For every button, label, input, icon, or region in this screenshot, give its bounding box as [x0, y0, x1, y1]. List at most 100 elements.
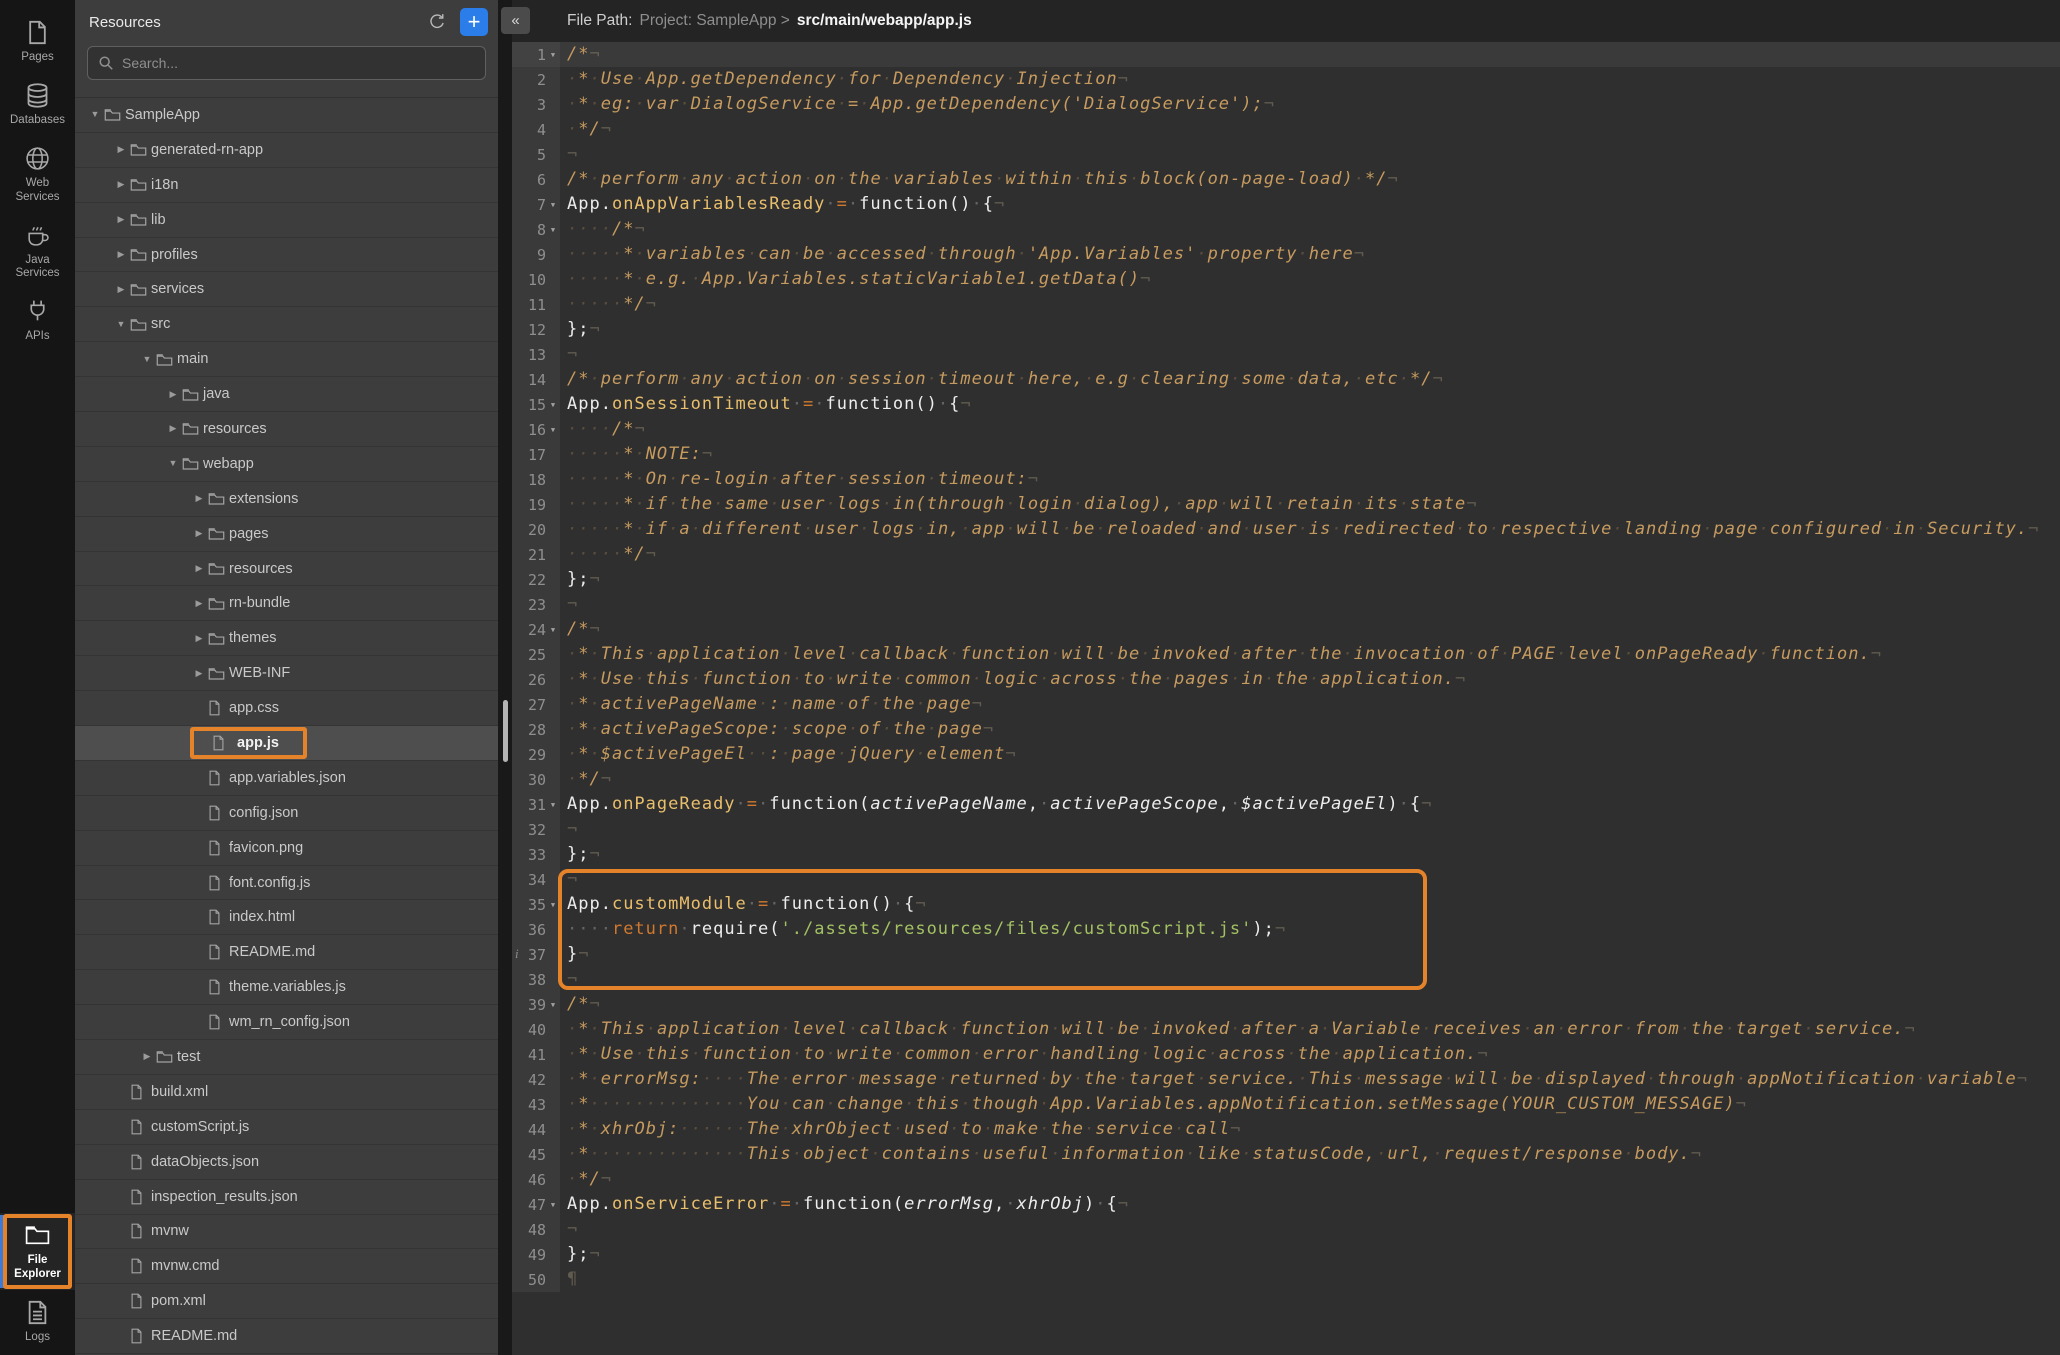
code-line-42[interactable]: 42·*·errorMsg:····The·error·message·retu… — [512, 1067, 2060, 1092]
code-line-32[interactable]: 32¬ — [512, 817, 2060, 842]
expand-arrow-icon[interactable]: ▶ — [190, 599, 208, 608]
rail-item-logs[interactable]: Logs — [0, 1290, 75, 1353]
code-line-30[interactable]: 30·*/¬ — [512, 767, 2060, 792]
tree-item-main[interactable]: ▼main — [75, 342, 498, 377]
code-line-20[interactable]: 20·····*·if·a·different·user·logs·in,·ap… — [512, 517, 2060, 542]
fold-arrow-icon[interactable]: ▼ — [546, 401, 560, 409]
expand-arrow-icon[interactable]: ▶ — [112, 250, 130, 259]
code-line-7[interactable]: 7▼App.onAppVariablesReady·=·function()·{… — [512, 192, 2060, 217]
expand-arrow-icon[interactable]: ▼ — [164, 459, 182, 468]
tree-item-config.json[interactable]: config.json — [75, 796, 498, 831]
tree-item-README.md[interactable]: README.md — [75, 1319, 498, 1354]
code-line-22[interactable]: 22};¬ — [512, 567, 2060, 592]
expand-arrow-icon[interactable]: ▶ — [112, 215, 130, 224]
tree-item-services[interactable]: ▶services — [75, 272, 498, 307]
code-line-1[interactable]: 1▼/*¬ — [512, 42, 2060, 67]
code-line-2[interactable]: 2·*·Use·App.getDependency·for·Dependency… — [512, 67, 2060, 92]
code-line-10[interactable]: 10·····*·e.g.·App.Variables.staticVariab… — [512, 267, 2060, 292]
code-editor[interactable]: 1▼/*¬2·*·Use·App.getDependency·for·Depen… — [512, 42, 2060, 1355]
tree-item-WEB-INF[interactable]: ▶WEB-INF — [75, 656, 498, 691]
rail-item-apis[interactable]: APIs — [0, 289, 75, 352]
scrollbar-thumb[interactable] — [503, 700, 508, 762]
tree-item-wm_rn_config.json[interactable]: wm_rn_config.json — [75, 1005, 498, 1040]
tree-item-theme.variables.js[interactable]: theme.variables.js — [75, 970, 498, 1005]
fold-arrow-icon[interactable]: ▼ — [546, 426, 560, 434]
code-line-3[interactable]: 3·*·eg:·var·DialogService·=·App.getDepen… — [512, 92, 2060, 117]
expand-arrow-icon[interactable]: ▶ — [190, 564, 208, 573]
expand-arrow-icon[interactable]: ▶ — [190, 529, 208, 538]
tree-item-lib[interactable]: ▶lib — [75, 203, 498, 238]
code-line-46[interactable]: 46·*/¬ — [512, 1167, 2060, 1192]
code-line-27[interactable]: 27·*·activePageName·:·name·of·the·page¬ — [512, 692, 2060, 717]
code-line-21[interactable]: 21·····*/¬ — [512, 542, 2060, 567]
code-line-23[interactable]: 23¬ — [512, 592, 2060, 617]
tree-item-resources[interactable]: ▶resources — [75, 412, 498, 447]
code-line-18[interactable]: 18·····*·On·re-login·after·session·timeo… — [512, 467, 2060, 492]
tree-item-README.md[interactable]: README.md — [75, 935, 498, 970]
code-line-44[interactable]: 44·*·xhrObj:······The·xhrObject·used·to·… — [512, 1117, 2060, 1142]
code-line-48[interactable]: 48¬ — [512, 1217, 2060, 1242]
tree-item-java[interactable]: ▶java — [75, 377, 498, 412]
code-line-15[interactable]: 15▼App.onSessionTimeout·=·function()·{¬ — [512, 392, 2060, 417]
expand-arrow-icon[interactable]: ▶ — [190, 669, 208, 678]
code-line-24[interactable]: 24▼/*¬ — [512, 617, 2060, 642]
code-line-14[interactable]: 14/*·perform·any·action·on·session·timeo… — [512, 367, 2060, 392]
code-line-47[interactable]: 47▼App.onServiceError·=·function(errorMs… — [512, 1192, 2060, 1217]
code-line-25[interactable]: 25·*·This·application·level·callback·fun… — [512, 642, 2060, 667]
tree-item-src[interactable]: ▼src — [75, 307, 498, 342]
code-line-38[interactable]: 38¬ — [512, 967, 2060, 992]
tree-item-i18n[interactable]: ▶i18n — [75, 168, 498, 203]
expand-arrow-icon[interactable]: ▶ — [112, 145, 130, 154]
tree-item-index.html[interactable]: index.html — [75, 900, 498, 935]
expand-arrow-icon[interactable]: ▶ — [190, 494, 208, 503]
code-line-31[interactable]: 31▼App.onPageReady·=·function(activePage… — [512, 792, 2060, 817]
tree-item-webapp[interactable]: ▼webapp — [75, 447, 498, 482]
code-line-4[interactable]: 4·*/¬ — [512, 117, 2060, 142]
fold-arrow-icon[interactable]: ▼ — [546, 901, 560, 909]
tree-item-app.css[interactable]: app.css — [75, 691, 498, 726]
expand-arrow-icon[interactable]: ▶ — [112, 285, 130, 294]
code-line-35[interactable]: 35▼App.customModule·=·function()·{¬ — [512, 892, 2060, 917]
add-resource-button[interactable]: + — [460, 8, 488, 36]
code-line-37[interactable]: i37}¬ — [512, 942, 2060, 967]
collapse-panel-button[interactable]: « — [501, 7, 530, 34]
tree-item-test[interactable]: ▶test — [75, 1040, 498, 1075]
tree-item-rn-bundle[interactable]: ▶rn-bundle — [75, 586, 498, 621]
tree-item-customScript.js[interactable]: customScript.js — [75, 1110, 498, 1145]
expand-arrow-icon[interactable]: ▶ — [190, 634, 208, 643]
tree-item-extensions[interactable]: ▶extensions — [75, 482, 498, 517]
tree-item-app.js[interactable]: app.js — [75, 726, 498, 761]
code-line-12[interactable]: 12};¬ — [512, 317, 2060, 342]
code-line-49[interactable]: 49};¬ — [512, 1242, 2060, 1267]
expand-arrow-icon[interactable]: ▼ — [112, 320, 130, 329]
code-line-28[interactable]: 28·*·activePageScope:·scope·of·the·page¬ — [512, 717, 2060, 742]
tree-item-profiles[interactable]: ▶profiles — [75, 238, 498, 273]
expand-arrow-icon[interactable]: ▶ — [112, 180, 130, 189]
code-line-16[interactable]: 16▼····/*¬ — [512, 417, 2060, 442]
code-line-39[interactable]: 39▼/*¬ — [512, 992, 2060, 1017]
code-line-45[interactable]: 45·*··············This·object·contains·u… — [512, 1142, 2060, 1167]
code-line-11[interactable]: 11·····*/¬ — [512, 292, 2060, 317]
code-line-6[interactable]: 6/*·perform·any·action·on·the·variables·… — [512, 167, 2060, 192]
fold-arrow-icon[interactable]: ▼ — [546, 1001, 560, 1009]
code-line-40[interactable]: 40·*·This·application·level·callback·fun… — [512, 1017, 2060, 1042]
code-line-19[interactable]: 19·····*·if·the·same·user·logs·in(throug… — [512, 492, 2060, 517]
search-input[interactable] — [122, 55, 475, 71]
code-line-41[interactable]: 41·*·Use·this·function·to·write·common·e… — [512, 1042, 2060, 1067]
fold-arrow-icon[interactable]: ▼ — [546, 801, 560, 809]
expand-arrow-icon[interactable]: ▶ — [164, 424, 182, 433]
tree-item-resources[interactable]: ▶resources — [75, 552, 498, 587]
fold-arrow-icon[interactable]: ▼ — [546, 1201, 560, 1209]
code-line-34[interactable]: 34¬ — [512, 867, 2060, 892]
tree-item-pom.xml[interactable]: pom.xml — [75, 1284, 498, 1319]
code-line-5[interactable]: 5¬ — [512, 142, 2060, 167]
expand-arrow-icon[interactable]: ▼ — [86, 110, 104, 119]
tree-item-SampleApp[interactable]: ▼SampleApp — [75, 98, 498, 133]
expand-arrow-icon[interactable]: ▼ — [138, 355, 156, 364]
rail-item-pages[interactable]: Pages — [0, 10, 75, 73]
expand-arrow-icon[interactable]: ▶ — [164, 390, 182, 399]
code-line-17[interactable]: 17·····*·NOTE:¬ — [512, 442, 2060, 467]
code-line-13[interactable]: 13¬ — [512, 342, 2060, 367]
tree-item-mvnw.cmd[interactable]: mvnw.cmd — [75, 1249, 498, 1284]
tree-item-app.variables.json[interactable]: app.variables.json — [75, 761, 498, 796]
